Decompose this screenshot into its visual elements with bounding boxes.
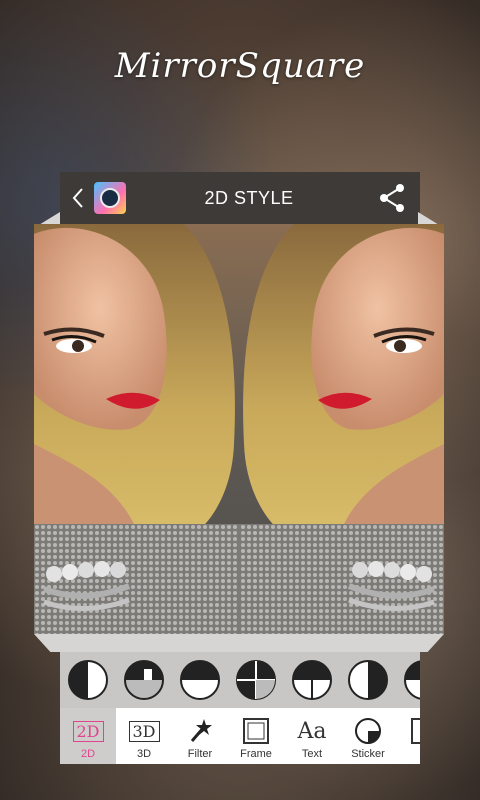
split-quad-icon [236,660,276,700]
mirror-photo-canvas[interactable] [34,224,444,634]
top-toolbar: 2D STYLE [60,172,420,224]
style-split-top[interactable] [116,652,172,708]
style-split-horizontal[interactable] [172,652,228,708]
style-split-vertical-alt[interactable] [340,652,396,708]
split-horizontal-icon [180,660,220,700]
menu-label-text: Text [301,748,323,760]
menu-item-sticker[interactable]: Sticker [340,708,396,764]
mirror-style-strip [60,652,420,708]
background-icon [409,717,420,745]
editor-card: 2D STYLE 2D 2D 3D 3D Filter Frame Aa Tex… [34,172,444,792]
app-logo-icon[interactable] [94,182,126,214]
menu-label-sticker: Sticker [351,748,385,760]
chevron-left-icon [72,188,83,208]
style-split-quad-alt[interactable] [284,652,340,708]
back-button[interactable] [66,172,90,224]
split-vertical-alt-icon [348,660,388,700]
menu-label-3d: 3D [136,748,152,760]
style-split-vertical[interactable] [60,652,116,708]
menu-item-filter[interactable]: Filter [172,708,228,764]
menu-item-frame[interactable]: Frame [228,708,284,764]
menu-item-2d[interactable]: 2D 2D [60,708,116,764]
menu-item-text[interactable]: Aa Text [284,708,340,764]
magic-wand-icon [185,717,215,745]
menu-item-3d[interactable]: 3D 3D [116,708,172,764]
sticker-icon [353,717,383,745]
bottom-menu-bar: 2D 2D 3D 3D Filter Frame Aa Text Sticker [60,708,420,764]
app-title: MirrorSquare [114,46,366,86]
share-button[interactable] [372,172,412,224]
3d-icon: 3D [128,717,160,745]
style-split-quad[interactable] [228,652,284,708]
menu-label-2d: 2D [80,748,96,760]
menu-label-frame: Frame [240,748,272,760]
toolbar-title: 2D STYLE [204,187,294,208]
menu-item-background[interactable]: B [396,708,420,764]
split-quad-alt-icon [292,660,332,700]
menu-label-filter: Filter [187,748,213,760]
text-icon: Aa [297,718,327,744]
frame-icon [241,717,271,745]
style-split-horizontal-alt[interactable] [396,652,420,708]
split-horizontal-alt-icon [404,660,420,700]
split-vertical-icon [68,660,108,700]
share-icon [380,184,404,212]
split-top-icon [124,660,164,700]
2d-icon: 2D [72,717,104,745]
page-edge [34,634,444,652]
